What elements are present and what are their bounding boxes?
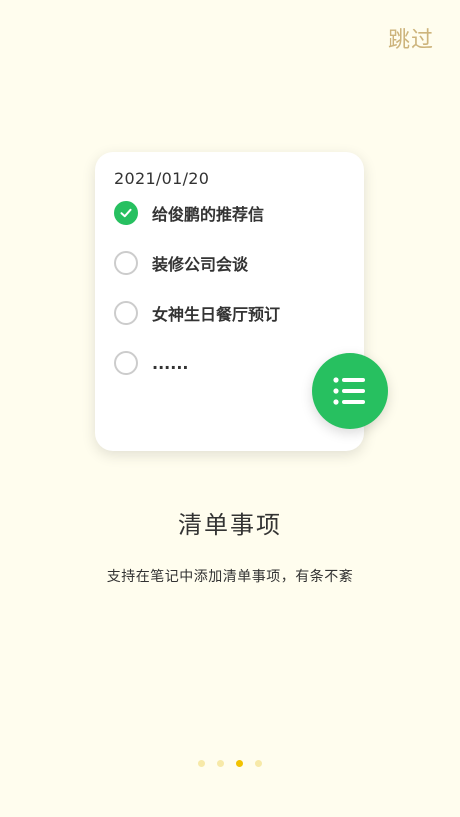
checklist-item-label: 装修公司会谈 [152,255,249,274]
checklist-item-label: ...... [152,353,189,373]
checklist-item: 女神生日餐厅预订 [114,300,364,326]
checklist-item-label: 女神生日餐厅预订 [152,305,281,324]
checklist-item: 给俊鹏的推荐信 [114,200,364,226]
page-dot [255,760,262,767]
page-indicator [0,760,460,767]
page-dot-active [236,760,243,767]
checklist-item-label: 给俊鹏的推荐信 [152,205,265,224]
checked-circle-icon [114,201,138,225]
unchecked-circle-icon [114,251,138,275]
checklist-fab-button[interactable] [312,353,388,429]
feature-description: 支持在笔记中添加清单事项，有条不紊 [106,569,354,585]
skip-button[interactable]: 跳过 [388,22,434,54]
unchecked-circle-icon [114,351,138,375]
unchecked-circle-icon [114,301,138,325]
list-icon [333,377,365,405]
page-dot [198,760,205,767]
page-dot [217,760,224,767]
feature-title: 清单事项 [178,511,282,539]
checklist-item: 装修公司会谈 [114,250,364,276]
card-date: 2021/01/20 [114,169,210,188]
